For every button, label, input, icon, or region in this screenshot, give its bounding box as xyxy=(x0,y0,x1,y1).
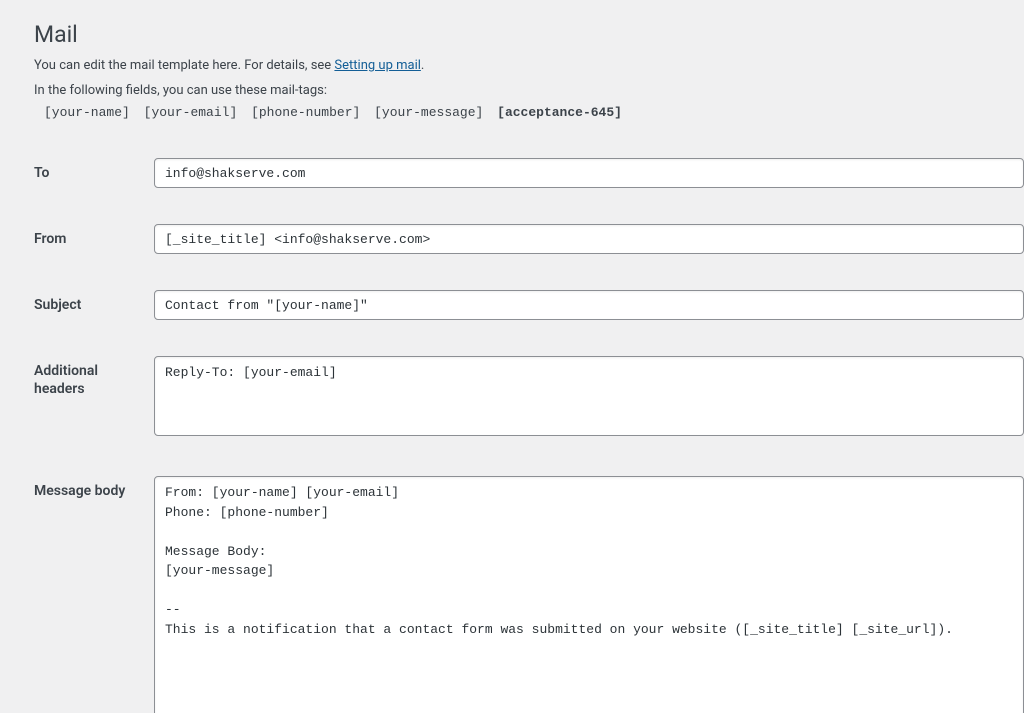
textarea-headers[interactable] xyxy=(154,356,1024,436)
row-subject: Subject xyxy=(34,280,1024,346)
section-title: Mail xyxy=(34,20,1024,50)
textarea-body[interactable] xyxy=(154,476,1024,713)
desc-prefix: You can edit the mail template here. For… xyxy=(34,58,334,73)
label-to: To xyxy=(34,148,154,214)
desc-suffix: . xyxy=(421,58,424,73)
row-headers: Additional headers xyxy=(34,346,1024,466)
input-subject[interactable] xyxy=(154,290,1024,320)
mailtag-your-message: [your-message] xyxy=(374,105,483,120)
label-body: Message body xyxy=(34,466,154,713)
label-from: From xyxy=(34,214,154,280)
input-from[interactable] xyxy=(154,224,1024,254)
row-body: Message body xyxy=(34,466,1024,713)
row-from: From xyxy=(34,214,1024,280)
mail-form-table: To From Subject Additional headers Messa… xyxy=(34,148,1024,713)
mailtag-phone-number: [phone-number] xyxy=(251,105,360,120)
label-headers: Additional headers xyxy=(34,346,154,466)
input-to[interactable] xyxy=(154,158,1024,188)
mailtag-acceptance: [acceptance-645] xyxy=(497,105,622,120)
label-subject: Subject xyxy=(34,280,154,346)
section-description: You can edit the mail template here. For… xyxy=(34,56,1024,77)
row-to: To xyxy=(34,148,1024,214)
mail-settings-panel: Mail You can edit the mail template here… xyxy=(0,0,1024,713)
mailtag-your-name: [your-name] xyxy=(44,105,130,120)
mailtags-list: [your-name] [your-email] [phone-number] … xyxy=(44,103,1024,124)
setting-up-mail-link[interactable]: Setting up mail xyxy=(334,58,420,73)
mailtag-your-email: [your-email] xyxy=(144,105,238,120)
mailtags-intro: In the following fields, you can use the… xyxy=(34,81,1024,102)
